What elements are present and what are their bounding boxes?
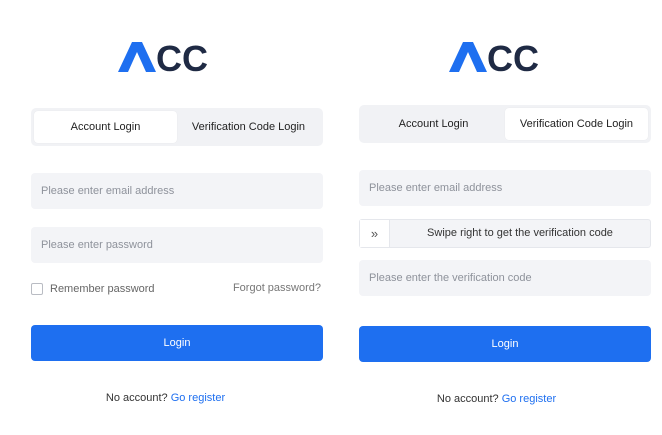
logo: CC (0, 38, 331, 78)
register-prompt: No account? Go register (0, 392, 331, 404)
remember-password[interactable]: Remember password (31, 282, 155, 296)
slider-captcha[interactable]: » Swipe right to get the verification co… (359, 219, 651, 248)
tab-account-login[interactable]: Account Login (362, 108, 505, 140)
remember-checkbox[interactable] (31, 283, 43, 295)
register-prompt: No account? Go register (331, 393, 662, 405)
password-field[interactable] (31, 227, 323, 263)
logo-text: CC (487, 38, 539, 78)
slider-handle[interactable]: » (360, 220, 390, 247)
logo-text: CC (156, 38, 208, 78)
logo-mark (117, 42, 156, 72)
tab-verification-code-login[interactable]: Verification Code Login (177, 111, 320, 143)
tab-verification-code-login[interactable]: Verification Code Login (505, 108, 648, 140)
email-field[interactable] (31, 173, 323, 209)
remember-label: Remember password (50, 283, 155, 295)
verification-code-field[interactable] (359, 260, 651, 296)
go-register-link[interactable]: Go register (171, 392, 225, 404)
forgot-password-link[interactable]: Forgot password? (233, 282, 321, 294)
verification-login-panel: CC Account Login Verification Code Login… (331, 0, 662, 435)
login-tabs: Account Login Verification Code Login (31, 108, 323, 146)
logo: CC (331, 38, 662, 78)
tab-account-login[interactable]: Account Login (34, 111, 177, 143)
login-button[interactable]: Login (31, 325, 323, 361)
login-tabs: Account Login Verification Code Login (359, 105, 651, 143)
logo-mark (448, 42, 487, 72)
slider-instruction: Swipe right to get the verification code (427, 227, 613, 239)
no-account-text: No account? (436, 393, 499, 405)
email-field[interactable] (359, 170, 651, 206)
no-account-text: No account? (105, 392, 168, 404)
login-button[interactable]: Login (359, 326, 651, 362)
go-register-link[interactable]: Go register (502, 393, 556, 405)
account-login-panel: CC Account Login Verification Code Login… (0, 0, 331, 435)
